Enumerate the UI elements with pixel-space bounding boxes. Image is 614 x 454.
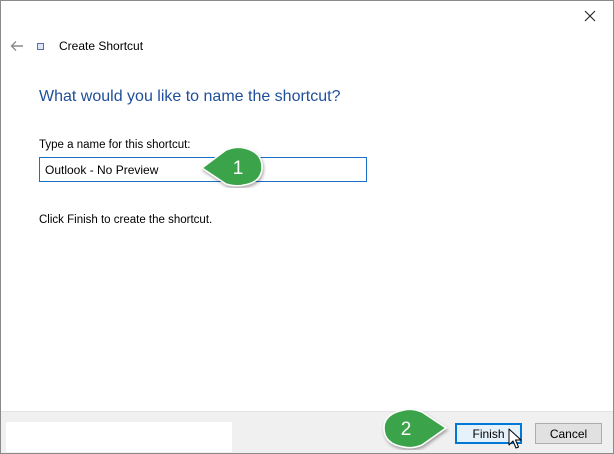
cancel-button[interactable]: Cancel bbox=[535, 423, 602, 444]
pointer-cursor-icon bbox=[508, 428, 522, 449]
page-heading: What would you like to name the shortcut… bbox=[39, 88, 341, 105]
callout-2-shape bbox=[383, 408, 448, 449]
callout-badge-2: 2 bbox=[383, 408, 448, 449]
wizard-title: Create Shortcut bbox=[59, 39, 144, 53]
callout-1-number: 1 bbox=[233, 158, 244, 179]
close-icon bbox=[584, 10, 596, 22]
callout-2-number: 2 bbox=[401, 419, 412, 440]
callout-badge-1: 1 bbox=[200, 146, 263, 187]
back-button[interactable] bbox=[7, 37, 27, 55]
create-shortcut-dialog: Create Shortcut What would you like to n… bbox=[0, 0, 614, 454]
back-arrow-icon bbox=[10, 41, 23, 51]
finish-instruction: Click Finish to create the shortcut. bbox=[39, 214, 213, 226]
shortcut-name-label: Type a name for this shortcut: bbox=[39, 139, 191, 151]
close-button[interactable] bbox=[575, 4, 605, 28]
footer-blank-area bbox=[6, 422, 232, 452]
shortcut-wizard-icon bbox=[37, 43, 44, 50]
